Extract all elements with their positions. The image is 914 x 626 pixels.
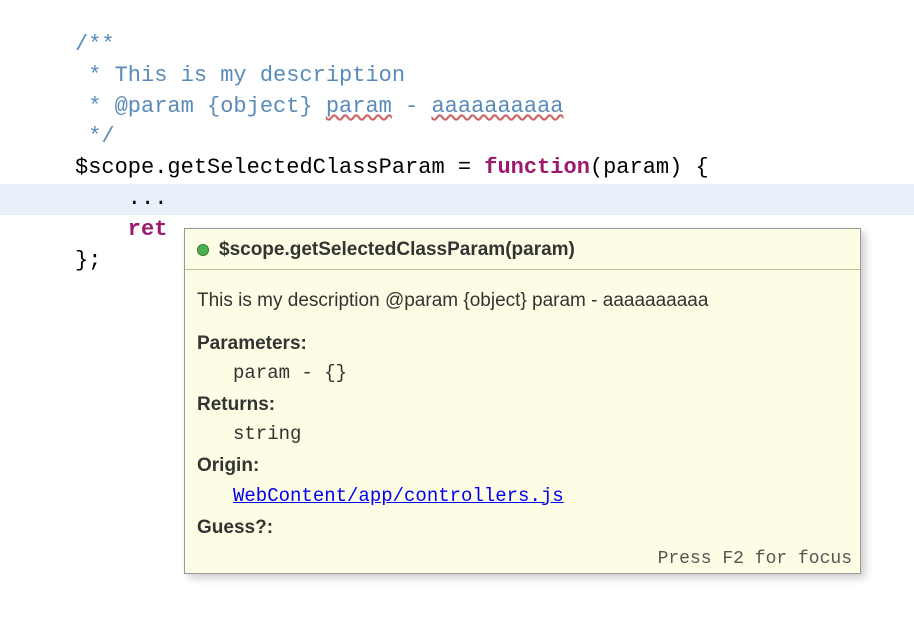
tooltip-description: This is my description @param {object} p…	[197, 286, 848, 315]
code-method: getSelectedClassParam =	[167, 155, 484, 180]
comment-param-typo2: aaaaaaaaaa	[431, 94, 563, 119]
comment-open: /**	[75, 32, 115, 57]
code-highlighted-line[interactable]: ...	[0, 184, 914, 215]
hover-tooltip: $scope.getSelectedClassParam(param) This…	[184, 228, 861, 574]
parameters-label: Parameters:	[197, 329, 848, 358]
code-function-keyword: function	[484, 155, 590, 180]
code-dot: .	[154, 155, 167, 180]
comment-param-mid: -	[392, 94, 432, 119]
tooltip-body: This is my description @param {object} p…	[185, 270, 860, 547]
tooltip-header: $scope.getSelectedClassParam(param)	[185, 229, 860, 270]
method-icon	[197, 244, 209, 256]
origin-link[interactable]: WebContent/app/controllers.js	[197, 482, 564, 511]
code-close-brace: };	[75, 248, 101, 273]
comment-param-prefix: * @param {object}	[75, 94, 326, 119]
code-params: (param) {	[590, 155, 709, 180]
code-return: ret	[75, 217, 167, 242]
guess-label: Guess?:	[197, 513, 848, 542]
tooltip-title: $scope.getSelectedClassParam(param)	[219, 239, 575, 261]
origin-label: Origin:	[197, 451, 848, 480]
returns-label: Returns:	[197, 390, 848, 419]
parameters-value: param - {}	[197, 359, 848, 388]
comment-param-typo1: param	[326, 94, 392, 119]
returns-value: string	[197, 420, 848, 449]
code-ellipsis: ...	[75, 186, 167, 211]
code-scope: $scope	[75, 155, 154, 180]
tooltip-footer: Press F2 for focus	[185, 547, 860, 573]
comment-desc: * This is my description	[75, 63, 405, 88]
comment-close: */	[75, 124, 115, 149]
